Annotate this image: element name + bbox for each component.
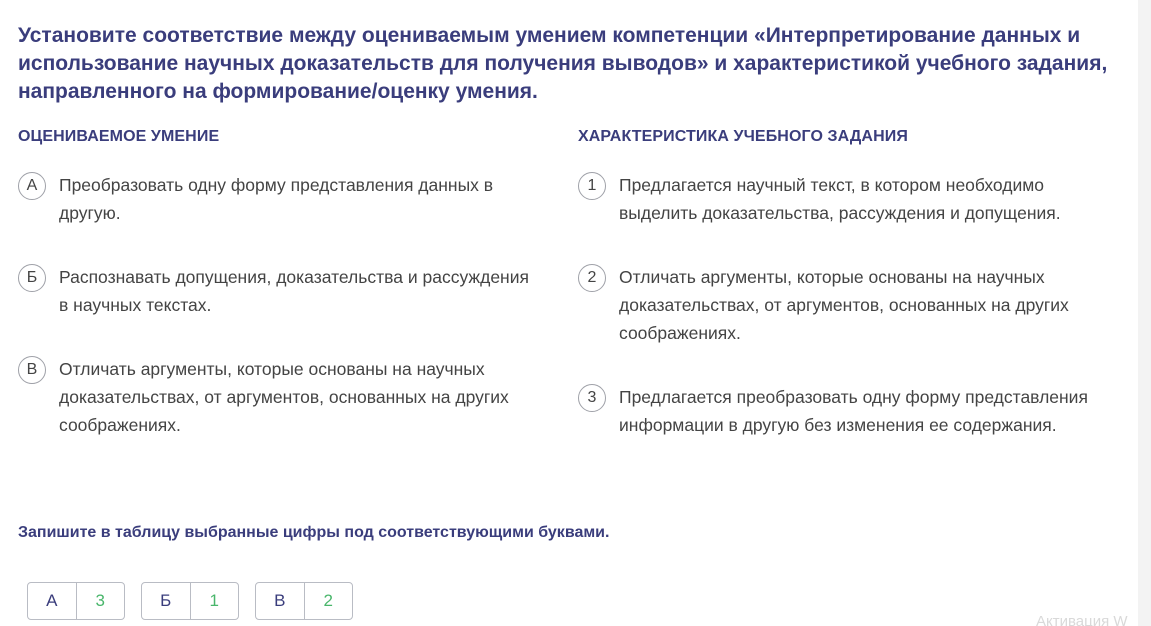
- task-marker-2: 2: [578, 264, 606, 292]
- task-marker-1: 1: [578, 172, 606, 200]
- skill-item-a: А Преобразовать одну форму представления…: [18, 171, 538, 227]
- answer-letter: Б: [142, 583, 191, 619]
- instruction-text: Запишите в таблицу выбранные цифры под с…: [18, 524, 610, 541]
- skill-marker-b: Б: [18, 264, 46, 292]
- scrollbar-track[interactable]: [1138, 0, 1151, 626]
- answer-letter: А: [28, 583, 77, 619]
- skill-marker-a: А: [18, 172, 46, 200]
- skill-text-a: Преобразовать одну форму представления д…: [59, 175, 494, 223]
- skill-marker-v: В: [18, 356, 46, 384]
- answer-box-v[interactable]: В 2: [255, 582, 353, 620]
- activation-watermark: Активация W: [1036, 613, 1128, 626]
- task-item-1: 1 Предлагается научный текст, в котором …: [578, 171, 1108, 227]
- answer-letter: В: [256, 583, 305, 619]
- task-text-3: Предлагается преобразовать одну форму пр…: [619, 387, 1088, 435]
- answer-box-b[interactable]: Б 1: [141, 582, 239, 620]
- task-item-2: 2 Отличать аргументы, которые основаны н…: [578, 263, 1108, 347]
- skill-item-v: В Отличать аргументы, которые основаны н…: [18, 355, 538, 439]
- answer-digit-input[interactable]: 3: [77, 583, 125, 619]
- skill-text-b: Распознавать допущения, доказательства и…: [59, 267, 529, 315]
- answer-box-a[interactable]: А 3: [27, 582, 125, 620]
- answer-digit-input[interactable]: 1: [191, 583, 239, 619]
- task-item-3: 3 Предлагается преобразовать одну форму …: [578, 383, 1108, 439]
- left-column-header: ОЦЕНИВАЕМОЕ УМЕНИЕ: [18, 128, 220, 145]
- skill-text-v: Отличать аргументы, которые основаны на …: [59, 359, 509, 435]
- right-column-header: ХАРАКТЕРИСТИКА УЧЕБНОГО ЗАДАНИЯ: [578, 128, 908, 145]
- task-text-2: Отличать аргументы, которые основаны на …: [619, 267, 1069, 343]
- question-text: Установите соответствие между оцениваемы…: [18, 24, 1108, 103]
- task-text-1: Предлагается научный текст, в котором не…: [619, 175, 1061, 223]
- answer-digit-input[interactable]: 2: [305, 583, 353, 619]
- skill-item-b: Б Распознавать допущения, доказательства…: [18, 263, 538, 319]
- task-marker-3: 3: [578, 384, 606, 412]
